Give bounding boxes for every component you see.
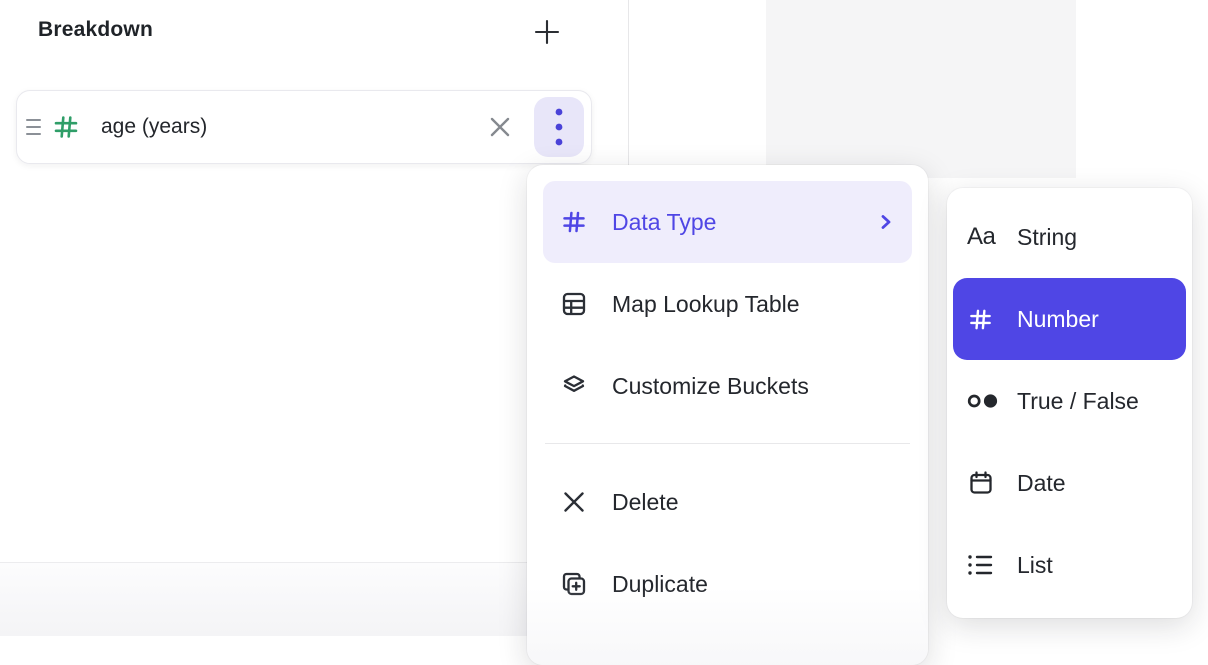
- menu-item-delete[interactable]: Delete: [543, 461, 912, 543]
- menu-item-label: Delete: [612, 489, 678, 516]
- close-icon: [487, 114, 513, 140]
- submenu-item-label: Date: [1017, 470, 1066, 497]
- submenu-item-string[interactable]: Aa String: [953, 196, 1186, 278]
- more-vertical-icon: [554, 106, 564, 148]
- submenu-item-date[interactable]: Date: [953, 442, 1186, 524]
- add-breakdown-button[interactable]: [528, 13, 566, 51]
- x-icon: [560, 488, 588, 516]
- menu-item-label: Map Lookup Table: [612, 291, 800, 318]
- plus-icon: [532, 17, 562, 47]
- menu-item-data-type[interactable]: Data Type: [543, 181, 912, 263]
- menu-item-map-lookup-table[interactable]: Map Lookup Table: [543, 263, 912, 345]
- remove-field-button[interactable]: [480, 107, 520, 147]
- number-type-hash-icon: [51, 112, 81, 142]
- submenu-item-label: Number: [1017, 306, 1099, 333]
- field-name-label: age (years): [101, 115, 207, 139]
- menu-item-label: Customize Buckets: [612, 373, 809, 400]
- drag-handle-icon[interactable]: [17, 119, 51, 135]
- string-aa-icon: Aa: [967, 223, 999, 251]
- submenu-item-true-false[interactable]: True / False: [953, 360, 1186, 442]
- menu-item-customize-buckets[interactable]: Customize Buckets: [543, 345, 912, 427]
- submenu-item-label: List: [1017, 552, 1053, 579]
- field-options-button[interactable]: [534, 97, 584, 157]
- copy-plus-icon: [560, 570, 588, 598]
- menu-item-label: Data Type: [612, 209, 716, 236]
- menu-item-label: Duplicate: [612, 571, 708, 598]
- page-title: Breakdown: [38, 18, 153, 42]
- hash-icon: [967, 305, 999, 333]
- submenu-item-number[interactable]: Number: [953, 278, 1186, 360]
- menu-divider: [545, 443, 910, 444]
- submenu-item-list[interactable]: List: [953, 524, 1186, 606]
- submenu-item-label: True / False: [1017, 388, 1139, 415]
- calendar-icon: [967, 469, 999, 497]
- toggle-circles-icon: [967, 387, 999, 415]
- breakdown-field-row[interactable]: age (years): [16, 90, 592, 164]
- hash-icon: [560, 208, 588, 236]
- menu-item-duplicate[interactable]: Duplicate: [543, 543, 912, 625]
- content-placeholder: [766, 0, 1076, 178]
- submenu-item-label: String: [1017, 224, 1077, 251]
- data-type-submenu: Aa String Number True / False Date: [947, 188, 1192, 618]
- chevron-right-icon: [877, 213, 895, 231]
- field-options-menu: Data Type Map Lookup Table: [527, 165, 928, 665]
- table-icon: [560, 290, 588, 318]
- layers-icon: [560, 372, 588, 400]
- list-icon: [967, 551, 999, 579]
